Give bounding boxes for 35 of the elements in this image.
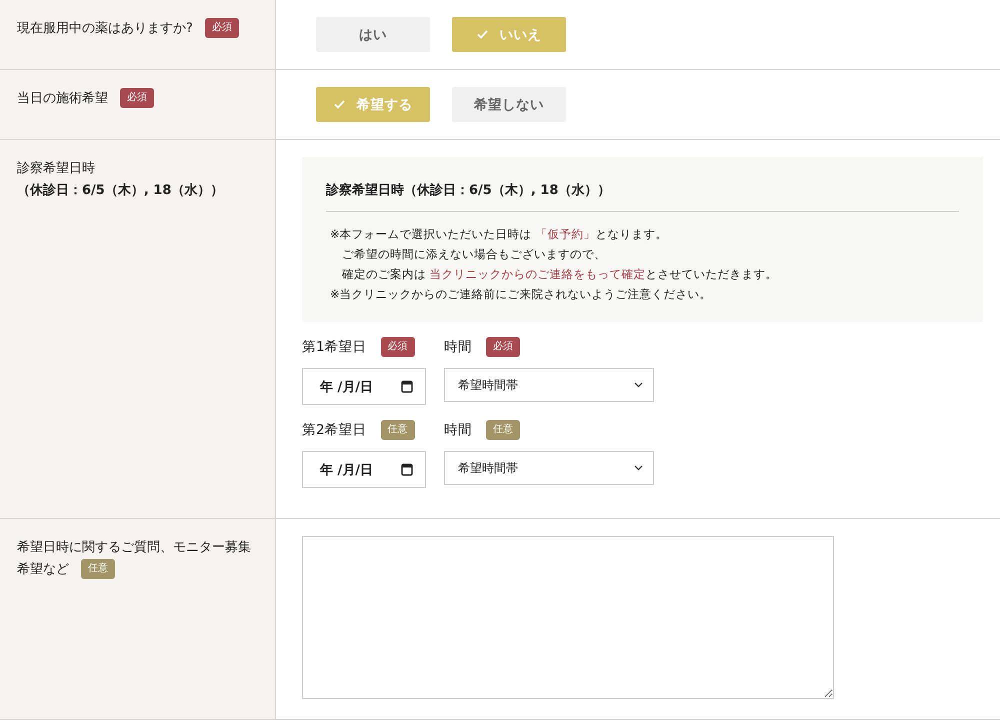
field-label: 希望日時に関するご質問、モニター募集	[17, 540, 251, 555]
required-badge: 必須	[120, 88, 154, 108]
field-label: 現在服用中の薬はありますか?	[17, 21, 193, 36]
notice-text: ※本フォームで選択いただいた日時は 「仮予約」となります。	[330, 226, 668, 243]
option-button[interactable]: 希望しない	[452, 87, 566, 122]
date-field[interactable]: 年 /月/日	[302, 451, 426, 488]
notice-title: 診察希望日時（休診日：6/5（木）, 18（水））	[326, 181, 959, 212]
time-label: 時間	[444, 338, 472, 356]
time-label: 時間	[444, 421, 472, 439]
field-label: 希望など	[17, 562, 69, 577]
field-label: 診察希望日時	[17, 161, 95, 176]
notice-text: ご希望の時間に添えない場合もございますので、	[341, 246, 607, 263]
time-select[interactable]: 希望時間帯	[444, 368, 654, 402]
check-icon	[476, 30, 488, 39]
chevron-down-icon	[634, 465, 643, 471]
calendar-icon	[401, 380, 413, 393]
calendar-icon	[401, 463, 413, 476]
required-badge: 必須	[380, 337, 415, 357]
notice-text: ※当クリニックからのご連絡前にご来院されないようご注意ください。	[330, 286, 713, 303]
field-label: （休診日：6/5（木）, 18（水））	[17, 183, 224, 198]
date-label: 第1希望日	[302, 338, 367, 356]
field-label: 当日の施術希望	[17, 91, 108, 106]
optional-badge: 任意	[81, 559, 115, 580]
required-badge: 必須	[486, 337, 520, 357]
optional-badge: 任意	[486, 420, 520, 440]
option-button[interactable]: はい	[316, 17, 430, 52]
required-badge: 必須	[204, 18, 239, 38]
textarea-field[interactable]	[302, 536, 834, 699]
time-select[interactable]: 希望時間帯	[444, 451, 654, 485]
date-label: 第2希望日	[302, 421, 367, 439]
date-field[interactable]: 年 /月/日	[302, 368, 426, 405]
chevron-down-icon	[634, 382, 643, 388]
optional-badge: 任意	[380, 420, 415, 440]
notice-text: 確定のご案内は 当クリニックからのご連絡をもって確定 とさせていただきます。	[341, 266, 779, 283]
check-icon	[334, 100, 344, 109]
